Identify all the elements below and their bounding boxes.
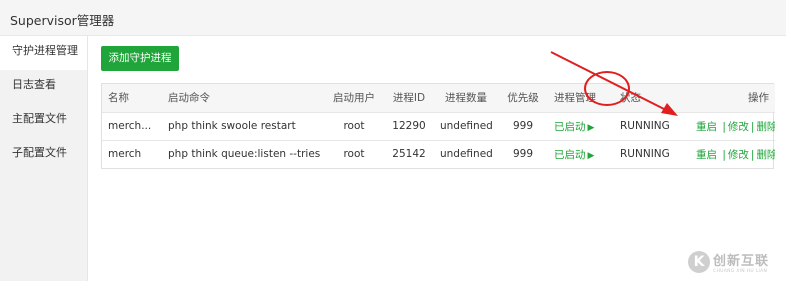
column-header-pid[interactable]: 进程ID — [384, 84, 434, 112]
cell-priority: 999 — [512, 120, 534, 132]
add-daemon-button[interactable]: 添加守护进程 — [101, 46, 179, 71]
restart-link[interactable]: 重启 — [696, 121, 717, 133]
sidebar-item-label: 子配置文件 — [12, 146, 67, 159]
column-header-count[interactable]: 进程数量 — [434, 84, 498, 112]
cell-status: RUNNING — [620, 148, 670, 161]
column-header-name[interactable]: 名称 — [102, 84, 162, 112]
delete-link[interactable]: 删除 — [756, 121, 775, 133]
column-header-user[interactable]: 启动用户 — [324, 84, 384, 112]
column-header-manage[interactable]: 进程管理 — [548, 84, 614, 112]
cell-count: undefined — [440, 148, 493, 161]
action-separator: | — [722, 148, 726, 161]
process-table: 名称 启动命令 启动用户 进程ID 进程数量 优先级 进程管理 状态 操作 me… — [101, 83, 775, 169]
cell-pid: 12290 — [392, 120, 426, 132]
play-icon: ▶ — [587, 150, 595, 161]
sidebar-item-label: 主配置文件 — [12, 112, 67, 125]
cell-command: php think queue:listen --tries — [168, 148, 321, 161]
play-icon: ▶ — [587, 122, 595, 133]
column-header-command[interactable]: 启动命令 — [162, 84, 324, 112]
sidebar-item-sub-config[interactable]: 子配置文件 — [0, 138, 87, 172]
started-status-text: 已启动 — [554, 120, 586, 133]
edit-link[interactable]: 修改 — [728, 121, 749, 133]
sidebar: 守护进程管理 日志查看 主配置文件 子配置文件 — [0, 36, 88, 281]
column-header-priority[interactable]: 优先级 — [498, 84, 548, 112]
action-separator: | — [722, 120, 726, 133]
table-header-row: 名称 启动命令 启动用户 进程ID 进程数量 优先级 进程管理 状态 操作 — [102, 84, 775, 112]
started-status-text: 已启动 — [554, 148, 586, 161]
sidebar-item-main-config[interactable]: 主配置文件 — [0, 104, 87, 138]
table-row: merch php think queue:listen --tries roo… — [102, 140, 775, 168]
watermark-subtext: CHUANG XIN HU LIAN — [713, 269, 768, 274]
sidebar-item-daemon-management[interactable]: 守护进程管理 — [0, 36, 87, 70]
watermark-text: 创新互联 — [713, 254, 770, 269]
main-content: 添加守护进程 名称 启动命令 启动用户 进程ID 进程数量 优先级 进程管理 状… — [89, 36, 786, 281]
title-bar: Supervisor管理器 — [0, 0, 786, 36]
cell-name: merch — [108, 148, 142, 161]
cell-status: RUNNING — [620, 120, 670, 132]
cell-actions: 重启 |修改|删除 — [690, 112, 775, 140]
column-header-status[interactable]: 状态 — [614, 84, 690, 112]
cell-count: undefined — [440, 120, 493, 132]
cell-actions: 重启 |修改|删除 — [690, 140, 775, 168]
cell-manage[interactable]: 已启动 ▶ — [548, 112, 614, 140]
cell-user: root — [343, 148, 365, 161]
sidebar-item-log-view[interactable]: 日志查看 — [0, 70, 87, 104]
cell-user: root — [343, 120, 365, 132]
watermark-logo-icon: K — [688, 251, 710, 273]
watermark: K 创新互联 CHUANG XIN HU LIAN — [688, 243, 786, 281]
cell-name: merch... — [108, 120, 152, 132]
table-row: merch... php think swoole restart root 1… — [102, 112, 775, 140]
cell-command: php think swoole restart — [168, 120, 296, 132]
cell-priority: 999 — [512, 148, 534, 161]
restart-link[interactable]: 重启 — [696, 149, 717, 161]
action-separator: | — [750, 120, 755, 133]
edit-link[interactable]: 修改 — [728, 149, 749, 161]
column-header-actions: 操作 — [748, 92, 769, 105]
cell-pid: 25142 — [392, 148, 426, 161]
sidebar-item-label: 守护进程管理 — [12, 44, 78, 57]
delete-link[interactable]: 删除 — [756, 149, 775, 161]
sidebar-item-label: 日志查看 — [12, 78, 56, 91]
app-title: Supervisor管理器 — [10, 13, 115, 28]
action-separator: | — [750, 148, 755, 161]
cell-manage[interactable]: 已启动 ▶ — [548, 140, 614, 168]
